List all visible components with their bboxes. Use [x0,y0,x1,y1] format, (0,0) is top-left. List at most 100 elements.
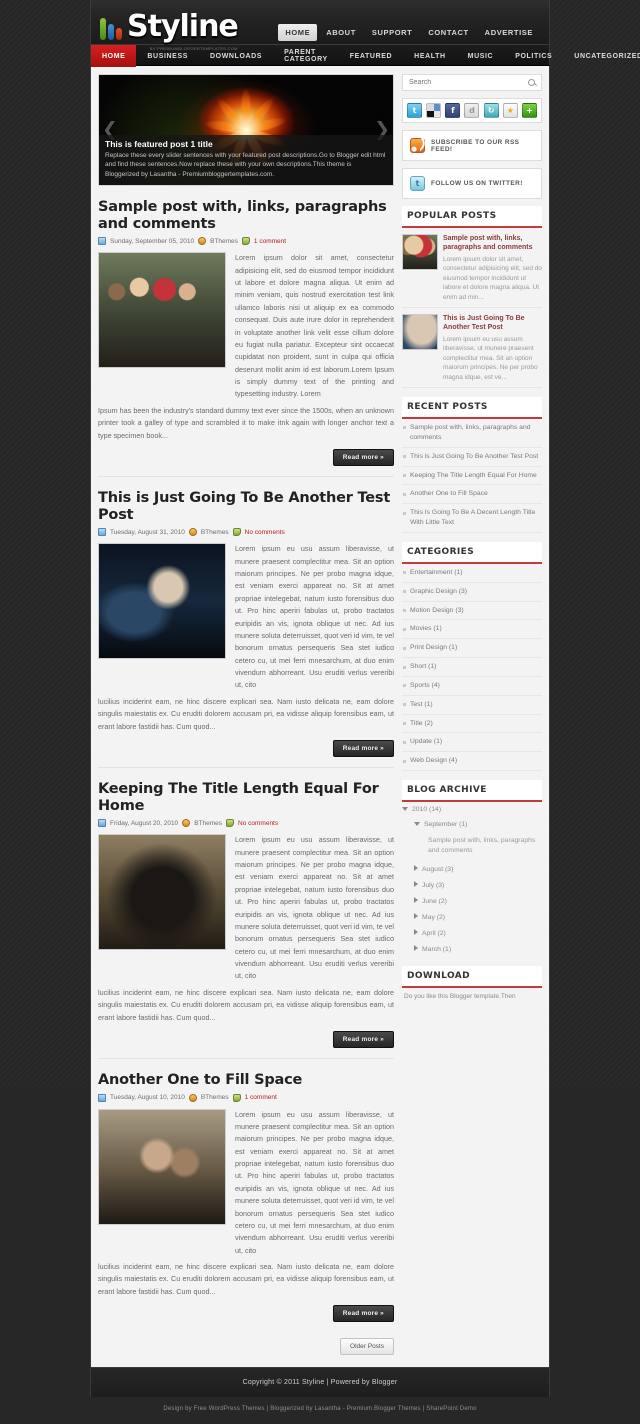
nav-item-music[interactable]: MUSIC [457,45,505,67]
popular-post-title[interactable]: This is Just Going To Be Another Test Po… [443,314,542,333]
twitter-icon[interactable]: t [407,103,422,118]
post-comments-link[interactable]: No comments [245,529,285,536]
popular-post-title[interactable]: Sample post with, links, paragraphs and … [443,234,542,253]
add-share-icon[interactable]: + [521,103,537,118]
post-title[interactable]: Keeping The Title Length Equal For Home [98,781,394,814]
chevron-down-icon[interactable] [402,807,408,812]
list-item[interactable]: Web Design (4) [402,752,542,772]
list-item[interactable]: Test (1) [402,696,542,715]
rss-subscribe-box[interactable]: SUBSCRIBE TO OUR RSS FEED! [402,130,542,161]
twitter-label: FOLLOW US ON TWITTER! [431,180,523,187]
search-icon[interactable] [528,79,535,86]
post-excerpt-continued: Ipsum has been the industry's standard d… [98,405,394,440]
archive-month[interactable]: May (2) [402,909,542,925]
list-item[interactable]: Sample post with, links, paragraphs and … [402,419,542,448]
older-posts-button[interactable]: Older Posts [340,1338,394,1356]
list-item[interactable]: Movies (1) [402,620,542,640]
archive-month[interactable]: August (3) [402,861,542,877]
facebook-icon[interactable]: f [445,103,461,118]
site-logo[interactable]: Styline BY PREMIUMBLOGGERTEMPLATES.COM [100,12,239,51]
stumbleupon-icon[interactable]: ↻ [483,103,499,118]
read-more-button[interactable]: Read more » [332,1305,394,1323]
chevron-right-icon[interactable] [414,896,418,903]
post-date: Tuesday, August 31, 2010 [110,528,185,536]
post-thumbnail[interactable] [98,1108,226,1225]
top-nav-advertise[interactable]: ADVERTISE [478,24,540,41]
archive-month-open[interactable]: September (1) [402,817,542,832]
footer-credits: Design by Free WordPress Themes | Blogge… [163,1406,477,1413]
post-thumbnail[interactable] [98,834,226,951]
post-item: Sample post with, links, paragraphs and … [98,186,394,466]
featured-slider[interactable]: ❮ ❯ This is featured post 1 title Replac… [98,74,394,186]
list-item[interactable]: Motion Design (3) [402,602,542,621]
top-nav-support[interactable]: SUPPORT [365,24,419,41]
top-nav-about[interactable]: ABOUT [319,24,363,41]
list-item[interactable]: Short (1) [402,658,542,677]
archive-tree: 2010 (14) September (1) Sample post with… [402,802,542,956]
chevron-right-icon[interactable] [414,864,418,871]
popular-post-thumbnail[interactable] [402,234,438,270]
search-input[interactable] [409,79,528,86]
post-excerpt-continued: lucilius inciderint eam, ne hinc discere… [98,696,394,731]
list-item[interactable]: This Is Going To Be A Decent Length Titl… [402,504,542,533]
nav-item-uncategorized[interactable]: UNCATEGORIZED [563,45,640,67]
archive-month[interactable]: March (1) [402,941,542,957]
read-more-button[interactable]: Read more » [332,448,394,466]
search-box[interactable] [402,74,542,91]
widget-title: DOWNLOAD [402,965,542,988]
post-thumbnail[interactable] [98,252,226,369]
delicious-icon[interactable] [426,103,442,118]
post-title[interactable]: This is Just Going To Be Another Test Po… [98,490,394,523]
post-item: Keeping The Title Length Equal For Home … [98,766,394,1048]
favorites-star-icon[interactable]: ★ [502,103,518,118]
nav-item-health[interactable]: HEALTH [403,45,456,67]
list-item[interactable]: Print Design (1) [402,639,542,659]
top-nav-contact[interactable]: CONTACT [421,24,475,41]
nav-item-parent-category[interactable]: PARENT CATEGORY [273,45,339,67]
archive-year[interactable]: 2010 (14) [402,802,542,817]
calendar-icon [98,1093,106,1102]
list-item[interactable]: Keeping The Title Length Equal For Home [402,467,542,486]
archive-month-label: April (2) [422,929,446,937]
user-icon [188,1093,197,1102]
read-more-button[interactable]: Read more » [332,1030,394,1048]
popular-post-item[interactable]: This is Just Going To Be Another Test Po… [402,308,542,388]
chevron-right-icon[interactable] [414,928,418,935]
post-thumbnail[interactable] [98,543,226,660]
list-item[interactable]: Update (1) [402,733,542,753]
post-comments-link[interactable]: 1 comment [254,238,286,245]
list-item[interactable]: This is Just Going To Be Another Test Po… [402,448,542,467]
logo-bars-icon [100,18,122,40]
archive-month[interactable]: July (3) [402,877,542,893]
popular-post-item[interactable]: Sample post with, links, paragraphs and … [402,228,542,308]
read-more-button[interactable]: Read more » [332,739,394,757]
chevron-right-icon[interactable] [414,912,418,919]
nav-item-politics[interactable]: POLITICS [504,45,563,67]
list-item[interactable]: Title (2) [402,715,542,734]
post-date: Sunday, September 05, 2010 [110,237,195,245]
list-item[interactable]: Graphic Design (3) [402,583,542,602]
post-title[interactable]: Sample post with, links, paragraphs and … [98,199,394,232]
archive-post-link[interactable]: Sample post with, links, paragraphs and … [402,832,542,860]
popular-post-thumbnail[interactable] [402,313,438,350]
list-item[interactable]: Sports (4) [402,677,542,696]
chevron-right-icon[interactable] [414,880,418,887]
post-comments-link[interactable]: No comments [238,820,278,827]
archive-month[interactable]: April (2) [402,925,542,941]
archive-month[interactable]: June (2) [402,893,542,909]
rss-label: SUBSCRIBE TO OUR RSS FEED! [431,138,520,153]
post-comments-link[interactable]: 1 comment [245,1094,277,1101]
digg-icon[interactable]: d [464,103,480,118]
top-nav-home[interactable]: HOME [278,24,318,41]
nav-item-home[interactable]: HOME [91,45,137,67]
post-title[interactable]: Another One to Fill Space [98,1072,394,1089]
chevron-right-icon[interactable] [414,944,418,951]
post-excerpt-continued: lucilius inciderint eam, ne hinc discere… [98,1262,394,1296]
list-item[interactable]: Another One to Fill Space [402,485,542,505]
nav-item-featured[interactable]: FEATURED [339,45,403,67]
chevron-down-icon[interactable] [414,822,420,827]
post-author: BThemes [200,528,229,536]
post-date: Tuesday, August 10, 2010 [110,1094,185,1102]
list-item[interactable]: Entertainment (1) [402,564,542,583]
twitter-follow-box[interactable]: t FOLLOW US ON TWITTER! [402,168,542,199]
